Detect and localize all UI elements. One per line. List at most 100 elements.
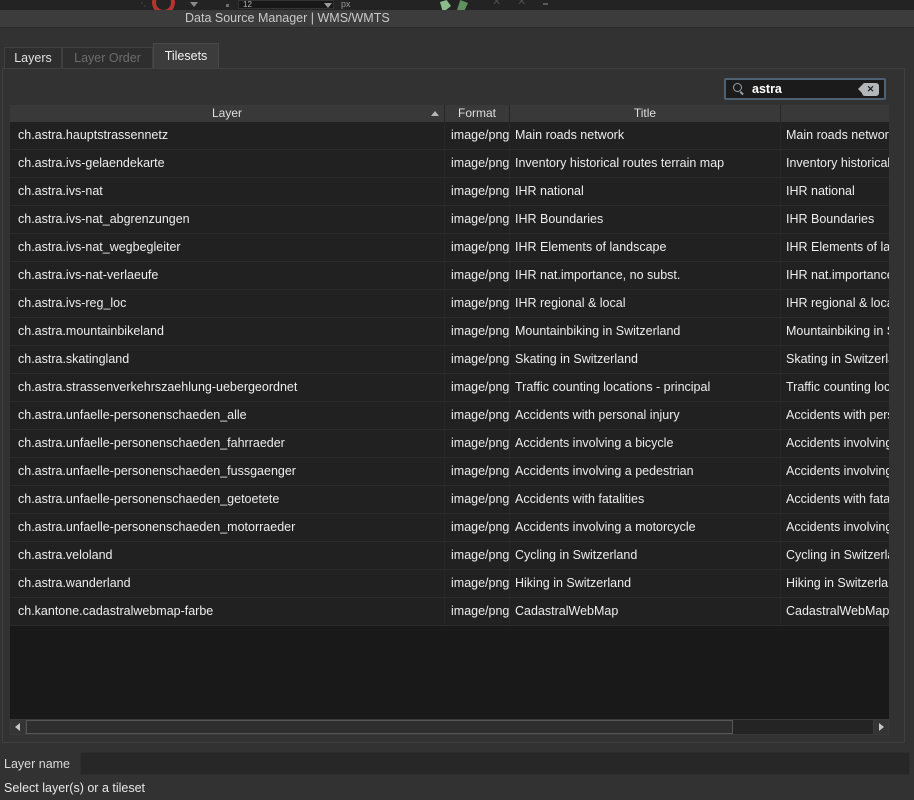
node-tool-icon-2[interactable]: ✕ [517, 0, 526, 8]
node-tool-icon[interactable]: ✕ [492, 0, 501, 8]
table-row[interactable]: ch.kantone.cadastralwebmap-farbeimage/pn… [10, 598, 889, 626]
table-row[interactable]: ch.astra.skatinglandimage/pngSkating in … [10, 346, 889, 374]
table-row[interactable]: ch.astra.hauptstrassennetzimage/pngMain … [10, 122, 889, 150]
font-size-dropdown-icon[interactable] [324, 3, 332, 8]
sort-ascending-icon [431, 111, 439, 116]
font-size-field[interactable]: 12 [238, 0, 334, 9]
cell-format: image/png [445, 122, 510, 149]
cell-title: Accidents with fatalities [510, 486, 781, 513]
cell-layer: ch.astra.ivs-gelaendekarte [10, 150, 445, 177]
table-row[interactable]: ch.astra.ivs-reg_locimage/pngIHR regiona… [10, 290, 889, 318]
cell-title: Accidents with personal injury [510, 402, 781, 429]
cell-layer: ch.astra.unfaelle-personenschaeden_getoe… [10, 486, 445, 513]
cell-layer: ch.astra.strassenverkehrszaehlung-ueberg… [10, 374, 445, 401]
cell-abstract: Accidents with personal injury [781, 402, 889, 429]
horizontal-scrollbar-thumb[interactable] [26, 720, 733, 734]
cell-title: Inventory historical routes terrain map [510, 150, 781, 177]
vector-green-icon-2[interactable] [457, 0, 468, 10]
cell-layer: ch.astra.ivs-nat-verlaeufe [10, 262, 445, 289]
cell-format: image/png [445, 570, 510, 597]
font-size-value: 12 [243, 0, 252, 9]
column-header-format[interactable]: Format [445, 105, 510, 122]
table-row[interactable]: ch.astra.ivs-nat-verlaeufeimage/pngIHR n… [10, 262, 889, 290]
cell-format: image/png [445, 402, 510, 429]
cell-layer: ch.astra.ivs-nat_abgrenzungen [10, 206, 445, 233]
table-row[interactable]: ch.astra.unfaelle-personenschaeden_motor… [10, 514, 889, 542]
cell-title: IHR regional & local [510, 290, 781, 317]
table-row[interactable]: ch.astra.ivs-natimage/pngIHR nationalIHR… [10, 178, 889, 206]
table-body: ch.astra.hauptstrassennetzimage/pngMain … [10, 122, 889, 719]
cell-abstract: Cycling in Switzerland [781, 542, 889, 569]
cell-abstract: Main roads network [781, 122, 889, 149]
scroll-left-button[interactable] [11, 720, 26, 734]
cell-abstract: Accidents with fatalities [781, 486, 889, 513]
cell-format: image/png [445, 430, 510, 457]
cell-format: image/png [445, 150, 510, 177]
layer-name-input[interactable] [80, 752, 910, 775]
horizontal-scrollbar[interactable] [10, 719, 889, 735]
table-row[interactable]: ch.astra.ivs-nat_abgrenzungenimage/pngIH… [10, 206, 889, 234]
table-row[interactable]: ch.astra.unfaelle-personenschaeden_fahrr… [10, 430, 889, 458]
table-row[interactable]: ch.astra.unfaelle-personenschaeden_allei… [10, 402, 889, 430]
toolbar-tick-icon [543, 3, 548, 5]
cell-title: IHR Elements of landscape [510, 234, 781, 261]
chevron-down-icon[interactable] [190, 2, 198, 7]
table-row[interactable]: ch.astra.wanderlandimage/pngHiking in Sw… [10, 570, 889, 598]
column-header-title[interactable]: Title [510, 105, 781, 122]
table-row[interactable]: ch.astra.ivs-nat_wegbegleiterimage/pngIH… [10, 234, 889, 262]
cell-title: IHR Boundaries [510, 206, 781, 233]
cell-layer: ch.astra.mountainbikeland [10, 318, 445, 345]
table-row[interactable]: ch.astra.mountainbikelandimage/pngMounta… [10, 318, 889, 346]
tab-layers[interactable]: Layers [4, 47, 62, 68]
cell-title: Hiking in Switzerland [510, 570, 781, 597]
cell-title: Mountainbiking in Switzerland [510, 318, 781, 345]
toolbar-grip-icon [141, 1, 146, 9]
column-header-abstract[interactable] [781, 105, 889, 122]
search-icon [733, 83, 745, 95]
cell-format: image/png [445, 234, 510, 261]
background-app-toolbar: 12 px ✕ ✕ [0, 0, 914, 10]
cell-format: image/png [445, 598, 510, 625]
cell-abstract: Mountainbiking in Switzerland [781, 318, 889, 345]
tab-layer-order[interactable]: Layer Order [62, 47, 153, 68]
toolbar-dot-icon [226, 4, 229, 7]
clear-search-icon[interactable]: ✕ [862, 83, 879, 96]
search-box[interactable]: ✕ [724, 78, 886, 100]
cell-title: Cycling in Switzerland [510, 542, 781, 569]
search-input[interactable] [750, 81, 862, 97]
cell-layer: ch.astra.hauptstrassennetz [10, 122, 445, 149]
cell-format: image/png [445, 318, 510, 345]
cell-title: CadastralWebMap [510, 598, 781, 625]
cell-abstract: IHR Elements of landscape [781, 234, 889, 261]
cell-format: image/png [445, 346, 510, 373]
cell-abstract: IHR nat.importance, no subst. [781, 262, 889, 289]
cell-format: image/png [445, 206, 510, 233]
cell-layer: ch.astra.unfaelle-personenschaeden_alle [10, 402, 445, 429]
tab-tilesets[interactable]: Tilesets [153, 43, 219, 68]
cell-title: Main roads network [510, 122, 781, 149]
vector-green-icon[interactable] [440, 0, 451, 10]
scroll-right-button[interactable] [873, 720, 888, 734]
arrow-left-icon [15, 723, 20, 731]
column-header-layer[interactable]: Layer [10, 105, 445, 122]
cell-abstract: Inventory historical routes terrain map [781, 150, 889, 177]
table-row[interactable]: ch.astra.unfaelle-personenschaeden_getoe… [10, 486, 889, 514]
cell-layer: ch.astra.unfaelle-personenschaeden_motor… [10, 514, 445, 541]
record-red-icon[interactable] [152, 0, 175, 10]
cell-abstract: Skating in Switzerland [781, 346, 889, 373]
table-row[interactable]: ch.astra.ivs-gelaendekarteimage/pngInven… [10, 150, 889, 178]
table-row[interactable]: ch.astra.unfaelle-personenschaeden_fussg… [10, 458, 889, 486]
cell-title: Skating in Switzerland [510, 346, 781, 373]
cell-format: image/png [445, 290, 510, 317]
cell-abstract: Accidents involving a bicycle [781, 430, 889, 457]
table-header: Layer Format Title [10, 105, 889, 122]
cell-title: Accidents involving a motorcycle [510, 514, 781, 541]
cell-abstract: Accidents involving a pedestrian [781, 458, 889, 485]
cell-abstract: IHR national [781, 178, 889, 205]
cell-title: Traffic counting locations - principal [510, 374, 781, 401]
cell-title: Accidents involving a pedestrian [510, 458, 781, 485]
cell-format: image/png [445, 542, 510, 569]
table-row[interactable]: ch.astra.strassenverkehrszaehlung-ueberg… [10, 374, 889, 402]
table-row[interactable]: ch.astra.velolandimage/pngCycling in Swi… [10, 542, 889, 570]
cell-layer: ch.astra.wanderland [10, 570, 445, 597]
